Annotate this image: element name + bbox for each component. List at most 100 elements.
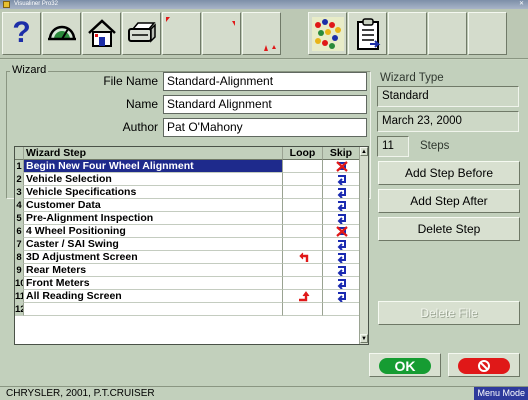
scroll-down-icon[interactable]: ▼ <box>360 334 368 343</box>
loop-cell[interactable] <box>283 238 323 251</box>
table-row[interactable]: 1 Begin New Four Wheel Alignment <box>15 160 360 173</box>
step-cell[interactable]: Rear Meters <box>24 264 283 277</box>
header-wizard-step[interactable]: Wizard Step <box>24 147 283 160</box>
cancel-pill <box>458 358 510 374</box>
table-scrollbar[interactable]: ▲ ▼ <box>359 147 368 344</box>
loop-cell[interactable] <box>283 199 323 212</box>
step-cell[interactable]: All Reading Screen <box>24 290 283 303</box>
skip-cell[interactable] <box>323 277 360 290</box>
table-row[interactable]: 8 3D Adjustment Screen <box>15 251 360 264</box>
add-step-before-button[interactable]: Add Step Before <box>378 161 520 185</box>
loop-cell[interactable] <box>283 303 323 316</box>
skip-cell[interactable] <box>323 212 360 225</box>
table-row[interactable]: 2 Vehicle Selection <box>15 173 360 186</box>
skip-cell[interactable] <box>323 225 360 238</box>
clipboard-button[interactable] <box>348 12 387 55</box>
header-loop[interactable]: Loop <box>283 147 323 160</box>
skip-arrow-icon <box>337 175 346 185</box>
cancel-button[interactable] <box>448 353 520 377</box>
add-step-after-button[interactable]: Add Step After <box>378 189 520 213</box>
row-number: 9 <box>15 264 24 277</box>
table-row[interactable]: 9 Rear Meters <box>15 264 360 277</box>
question-icon: ? <box>12 16 31 49</box>
toolbar-blank-button-3[interactable] <box>242 12 281 55</box>
toolbar-blank-button-1[interactable] <box>162 12 201 55</box>
skip-cell[interactable] <box>323 264 360 277</box>
row-number: 8 <box>15 251 24 264</box>
skip-cell[interactable] <box>323 199 360 212</box>
skip-cell[interactable] <box>323 238 360 251</box>
name-field[interactable]: Standard Alignment <box>163 95 367 114</box>
skip-arrow-icon <box>337 201 346 211</box>
header-skip[interactable]: Skip <box>323 147 360 160</box>
loop-cell[interactable] <box>283 290 323 303</box>
wizard-label: Wizard <box>10 64 49 76</box>
step-cell[interactable]: Begin New Four Wheel Alignment <box>24 160 283 173</box>
row-number: 3 <box>15 186 24 199</box>
skip-arrow-icon <box>337 240 346 250</box>
toolbar-blank-button-6[interactable] <box>468 12 507 55</box>
step-cell[interactable]: 3D Adjustment Screen <box>24 251 283 264</box>
table-row[interactable]: 12 <box>15 303 360 316</box>
date-field: March 23, 2000 <box>377 111 519 132</box>
loop-cell[interactable] <box>283 212 323 225</box>
delete-step-button[interactable]: Delete Step <box>378 217 520 241</box>
loop-cell[interactable] <box>283 277 323 290</box>
no-skip-icon <box>336 161 348 172</box>
skip-cell[interactable] <box>323 160 360 173</box>
loop-cell[interactable] <box>283 160 323 173</box>
home-icon <box>88 19 116 47</box>
table-row[interactable]: 5 Pre-Alignment Inspection <box>15 212 360 225</box>
toolbar-blank-button-2[interactable] <box>202 12 241 55</box>
delete-file-button[interactable]: Delete File <box>378 301 520 325</box>
printer-icon <box>128 22 156 43</box>
speedometer-button[interactable] <box>42 12 81 55</box>
loop-cell[interactable] <box>283 264 323 277</box>
skip-cell[interactable] <box>323 173 360 186</box>
row-number: 11 <box>15 290 24 303</box>
toolbar-blank-button-4[interactable] <box>388 12 427 55</box>
window-close-icon[interactable]: ✕ <box>519 0 524 9</box>
loop-cell[interactable] <box>283 225 323 238</box>
table-row[interactable]: 10Front Meters <box>15 277 360 290</box>
table-row[interactable]: 11All Reading Screen <box>15 290 360 303</box>
step-cell[interactable]: Front Meters <box>24 277 283 290</box>
toolbar-blank-button-5[interactable] <box>428 12 467 55</box>
wizard-button[interactable] <box>308 12 347 55</box>
ok-label: OK <box>379 358 431 374</box>
step-cell[interactable] <box>24 303 283 316</box>
loop-back-icon <box>299 252 309 262</box>
table-row[interactable]: 64 Wheel Positioning <box>15 225 360 238</box>
loop-cell[interactable] <box>283 186 323 199</box>
author-label: Author <box>122 120 158 134</box>
skip-cell[interactable] <box>323 303 360 316</box>
step-cell[interactable]: Caster / SAI Swing <box>24 238 283 251</box>
scroll-up-icon[interactable]: ▲ <box>360 147 368 156</box>
table-row[interactable]: 4 Customer Data <box>15 199 360 212</box>
step-cell[interactable]: Customer Data <box>24 199 283 212</box>
skip-arrow-icon <box>337 292 346 302</box>
wizard-type-label: Wizard Type <box>380 72 444 84</box>
step-cell[interactable]: Pre-Alignment Inspection <box>24 212 283 225</box>
skip-cell[interactable] <box>323 251 360 264</box>
home-button[interactable] <box>82 12 121 55</box>
loop-cell[interactable] <box>283 173 323 186</box>
file-name-field[interactable]: Standard-Alignment <box>163 72 367 91</box>
skip-arrow-icon <box>337 253 346 263</box>
skip-cell[interactable] <box>323 290 360 303</box>
ok-button[interactable]: OK <box>369 353 441 377</box>
wizard-type-field[interactable]: Standard <box>377 86 519 107</box>
skip-cell[interactable] <box>323 186 360 199</box>
table-row[interactable]: 3 Vehicle Specifications <box>15 186 360 199</box>
loop-cell[interactable] <box>283 251 323 264</box>
author-field[interactable]: Pat O'Mahony <box>163 118 367 137</box>
status-bar: CHRYSLER, 2001, P.T.CRUISER Menu Mode <box>0 386 528 400</box>
step-cell[interactable]: Vehicle Specifications <box>24 186 283 199</box>
help-button[interactable]: ? <box>2 12 41 55</box>
step-cell[interactable]: Vehicle Selection <box>24 173 283 186</box>
print-button[interactable] <box>122 12 161 55</box>
table-row[interactable]: 7 Caster / SAI Swing <box>15 238 360 251</box>
app-icon <box>3 1 10 8</box>
title-bar: Visualiner Pro32 ✕ <box>0 0 528 9</box>
step-cell[interactable]: 4 Wheel Positioning <box>24 225 283 238</box>
